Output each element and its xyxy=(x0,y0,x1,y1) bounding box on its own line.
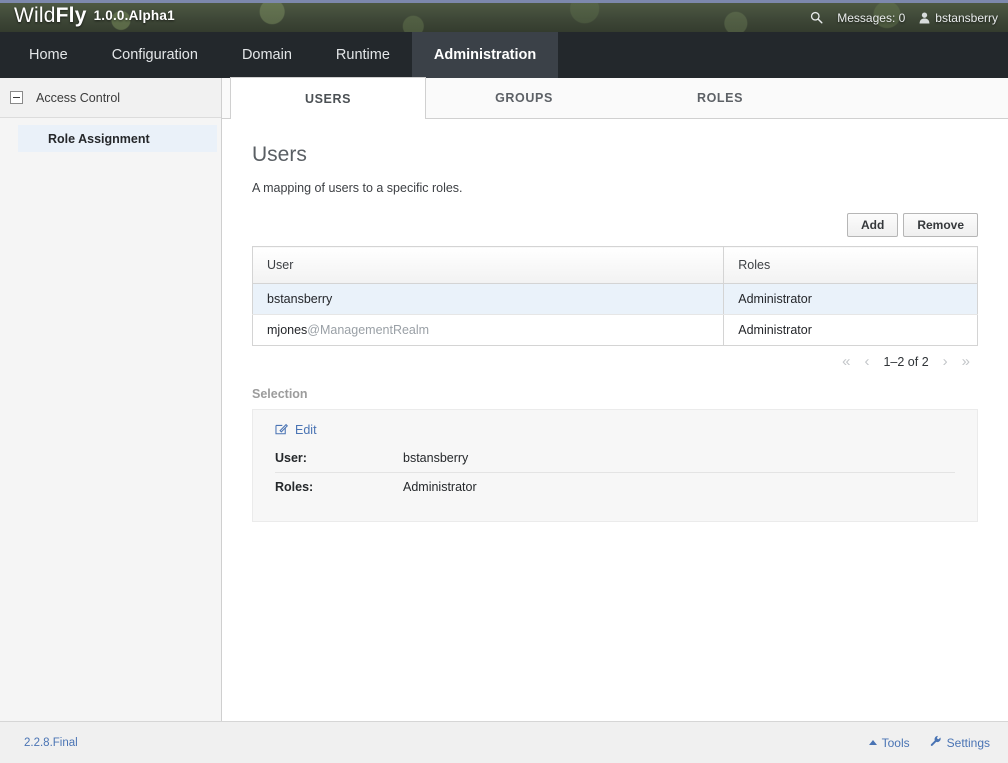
users-table: User Roles bstansberry Administrator mjo… xyxy=(252,246,978,346)
add-button[interactable]: Add xyxy=(847,213,898,237)
pagination-first-button[interactable]: « xyxy=(842,354,850,369)
nav-item-home[interactable]: Home xyxy=(7,32,90,78)
app-header: WildFly 1.0.0.Alpha1 Messages: 0 bstansbe… xyxy=(0,3,1008,32)
messages-label: Messages: 0 xyxy=(837,11,905,25)
main-navigation: Home Configuration Domain Runtime Admini… xyxy=(0,32,1008,78)
tools-label: Tools xyxy=(882,736,910,750)
selection-key-user: User: xyxy=(275,451,403,465)
selection-value-user: bstansberry xyxy=(403,451,468,465)
sidebar-group-label: Access Control xyxy=(36,91,120,105)
user-realm: @ManagementRealm xyxy=(307,323,429,337)
column-header-user: User xyxy=(253,247,724,284)
nav-item-domain[interactable]: Domain xyxy=(220,32,314,78)
table-row[interactable]: bstansberry Administrator xyxy=(253,284,978,315)
tab-roles[interactable]: ROLES xyxy=(622,77,818,118)
tab-bar: USERS GROUPS ROLES xyxy=(222,78,1008,119)
search-icon xyxy=(810,11,823,24)
table-row[interactable]: mjones@ManagementRealm Administrator xyxy=(253,315,978,346)
selection-panel: Edit User: bstansberry Roles: Administra… xyxy=(252,409,978,522)
user-menu[interactable]: bstansberry xyxy=(919,11,998,25)
product-version: 1.0.0.Alpha1 xyxy=(94,8,175,23)
app-footer: 2.2.8.Final Tools Settings xyxy=(0,721,1008,763)
console-version-label: 2.2.8.Final xyxy=(24,737,78,749)
nav-item-configuration[interactable]: Configuration xyxy=(90,32,220,78)
page-title: Users xyxy=(252,143,978,167)
user-name: bstansberry xyxy=(267,292,332,306)
tab-groups[interactable]: GROUPS xyxy=(426,77,622,118)
pagination-last-button[interactable]: » xyxy=(962,354,970,369)
sidebar-item-role-assignment[interactable]: Role Assignment xyxy=(18,125,217,152)
messages-indicator[interactable]: Messages: 0 xyxy=(837,11,905,25)
search-button[interactable] xyxy=(810,11,823,24)
tools-button[interactable]: Tools xyxy=(869,736,910,750)
main-content: USERS GROUPS ROLES Users A mapping of us… xyxy=(222,78,1008,721)
sidebar: Access Control Role Assignment xyxy=(0,78,222,721)
username-label: bstansberry xyxy=(935,11,998,25)
pagination-next-button[interactable]: › xyxy=(943,354,948,369)
caret-up-icon xyxy=(869,740,877,745)
edit-link[interactable]: Edit xyxy=(275,422,317,438)
nav-item-administration[interactable]: Administration xyxy=(412,32,558,78)
settings-button[interactable]: Settings xyxy=(930,735,990,750)
pagination-prev-button[interactable]: ‹ xyxy=(864,354,869,369)
minus-box-icon[interactable] xyxy=(10,91,23,104)
cell-roles: Administrator xyxy=(724,315,978,346)
page-description: A mapping of users to a specific roles. xyxy=(252,181,978,195)
user-name: mjones xyxy=(267,323,307,337)
column-header-roles: Roles xyxy=(724,247,978,284)
pagination-range-label: 1–2 of 2 xyxy=(883,355,928,369)
sidebar-item-list: Role Assignment xyxy=(0,118,221,152)
sidebar-group-access-control[interactable]: Access Control xyxy=(0,78,221,118)
edit-link-label: Edit xyxy=(295,423,317,437)
pagination: « ‹ 1–2 of 2 › » xyxy=(252,346,978,369)
sidebar-item-label: Role Assignment xyxy=(48,132,150,146)
page-body: Access Control Role Assignment USERS GRO… xyxy=(0,78,1008,721)
logo-text-fly: Fly xyxy=(56,4,87,27)
selection-value-roles: Administrator xyxy=(403,480,477,494)
table-toolbar: Add Remove xyxy=(252,213,978,237)
selection-row-user: User: bstansberry xyxy=(275,444,955,472)
cell-roles: Administrator xyxy=(724,284,978,315)
selection-row-roles: Roles: Administrator xyxy=(275,472,955,501)
tab-users[interactable]: USERS xyxy=(230,77,426,119)
selection-key-roles: Roles: xyxy=(275,480,403,494)
table-header-row: User Roles xyxy=(253,247,978,284)
cell-user: bstansberry xyxy=(253,284,724,315)
nav-item-runtime[interactable]: Runtime xyxy=(314,32,412,78)
footer-actions: Tools Settings xyxy=(869,735,990,750)
remove-button[interactable]: Remove xyxy=(903,213,978,237)
header-actions: Messages: 0 bstansberry xyxy=(810,3,998,32)
wildfly-logo: WildFly 1.0.0.Alpha1 xyxy=(14,4,175,28)
user-icon xyxy=(919,12,930,24)
edit-pencil-icon xyxy=(275,422,288,438)
wrench-icon xyxy=(930,735,942,750)
settings-label: Settings xyxy=(947,736,990,750)
content-area: Users A mapping of users to a specific r… xyxy=(222,119,1008,721)
selection-title: Selection xyxy=(252,387,978,401)
logo-text-wild: Wild xyxy=(14,4,56,27)
cell-user: mjones@ManagementRealm xyxy=(253,315,724,346)
